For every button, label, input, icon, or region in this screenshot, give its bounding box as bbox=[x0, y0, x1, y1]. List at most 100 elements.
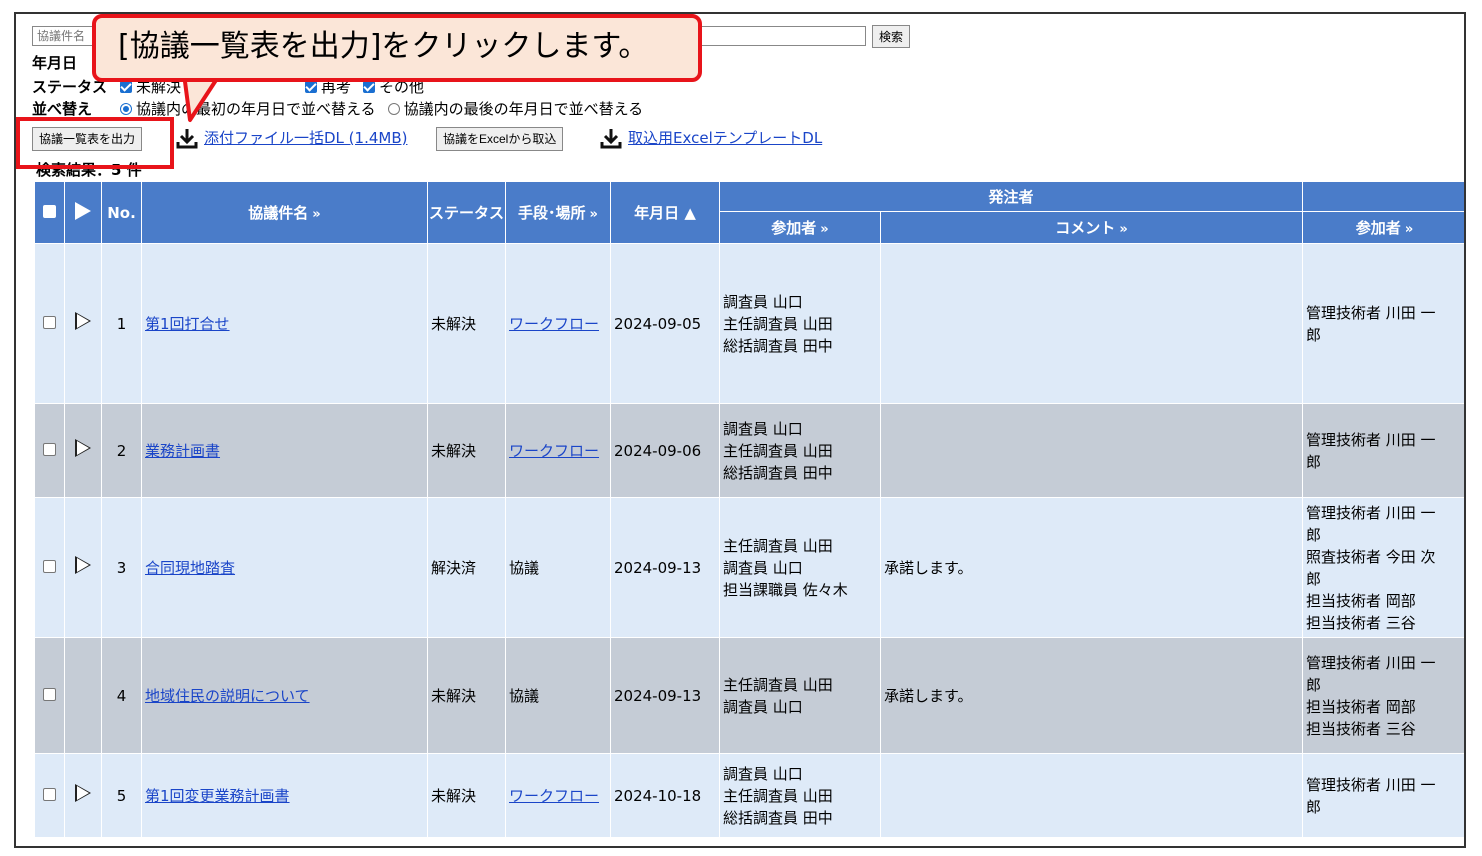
participant-name: 郎 bbox=[1306, 797, 1322, 816]
header-date[interactable]: 年月日 ▲ bbox=[610, 181, 720, 244]
status-text: 未解決 bbox=[431, 686, 477, 705]
expand-row-icon[interactable] bbox=[75, 555, 91, 574]
sort-option-label: 協議内の最後の年月日で並べ替える bbox=[403, 100, 644, 118]
participant-name: 調査員 山口 bbox=[723, 558, 803, 577]
participant-name: 管理技術者 川田 一 bbox=[1306, 775, 1436, 794]
consultation-table: No. 協議件名» ステータス 手段･場所» 年月日 ▲ 発注者 参加者» コメ… bbox=[34, 181, 1464, 838]
row-expand-cell bbox=[64, 637, 102, 754]
download-icon bbox=[600, 129, 622, 149]
select-all-checkbox[interactable] bbox=[43, 204, 56, 218]
row-expand-cell[interactable] bbox=[64, 753, 102, 838]
sort-option-label: 協議内の最初の年月日で並べ替える bbox=[136, 100, 376, 118]
template-download-link[interactable]: 取込用ExcelテンプレートDL bbox=[628, 127, 822, 149]
participants-2-cell: 管理技術者 川田 一郎 bbox=[1302, 403, 1464, 498]
row-expand-cell[interactable] bbox=[64, 243, 102, 404]
title-cell: 第1回変更業務計画書 bbox=[141, 753, 428, 838]
status-checkbox-other[interactable] bbox=[363, 80, 376, 93]
row-number: 5 bbox=[116, 786, 127, 805]
chevron-right-icon: » bbox=[589, 207, 598, 222]
status-cell: 未解決 bbox=[427, 403, 506, 498]
participant-name: 管理技術者 川田 一 bbox=[1306, 303, 1436, 322]
search-button[interactable]: 検索 bbox=[872, 25, 911, 48]
participants-cell: 調査員 山口 主任調査員 山田 総括調査員 田中 bbox=[719, 403, 881, 498]
row-select-cell bbox=[34, 403, 65, 498]
date-filter-label: 年月日 bbox=[32, 54, 78, 72]
participant-name: 郎 bbox=[1306, 325, 1322, 344]
date-cell: 2024-09-13 bbox=[610, 497, 720, 638]
header-comment[interactable]: コメント» bbox=[879, 211, 1304, 244]
method-cell: ワークフロー bbox=[505, 403, 611, 498]
status-text: 未解決 bbox=[431, 314, 477, 333]
method-link[interactable]: ワークフロー bbox=[509, 315, 599, 333]
status-text: 解決済 bbox=[431, 558, 477, 577]
method-text: 協議 bbox=[509, 558, 540, 577]
consultation-title-link[interactable]: 業務計画書 bbox=[145, 442, 220, 460]
row-checkbox[interactable] bbox=[43, 442, 56, 456]
sort-label: 並べ替え bbox=[32, 100, 93, 118]
participant-name: 照査技術者 今田 次 bbox=[1306, 547, 1436, 566]
participant-name: 主任調査員 山田 bbox=[723, 675, 833, 694]
attachments-download-link[interactable]: 添付ファイル一括DL (1.4MB) bbox=[204, 127, 407, 149]
participants-cell: 調査員 山口 主任調査員 山田 総括調査員 田中 bbox=[719, 753, 881, 838]
row-number: 3 bbox=[116, 558, 127, 577]
expand-row-icon[interactable] bbox=[75, 311, 91, 330]
date-text: 2024-09-13 bbox=[614, 558, 702, 577]
header-participants-2[interactable]: 参加者» bbox=[1302, 211, 1464, 244]
participant-name: 担当技術者 三谷 bbox=[1306, 613, 1416, 632]
title-cell: 業務計画書 bbox=[141, 403, 428, 498]
expand-all-header[interactable] bbox=[64, 181, 102, 244]
method-link[interactable]: ワークフロー bbox=[509, 442, 599, 460]
row-expand-cell[interactable] bbox=[64, 403, 102, 498]
status-text: 未解決 bbox=[431, 441, 477, 460]
date-text: 2024-10-18 bbox=[614, 786, 702, 805]
row-select-cell bbox=[34, 753, 65, 838]
status-checkbox-unresolved[interactable] bbox=[120, 80, 132, 93]
participant-name: 調査員 山口 bbox=[723, 419, 803, 438]
consultation-title-link[interactable]: 第1回打合せ bbox=[145, 315, 230, 333]
sort-radio-last-date[interactable] bbox=[387, 102, 400, 115]
participant-name: 管理技術者 川田 一 bbox=[1306, 503, 1436, 522]
method-cell: ワークフロー bbox=[505, 243, 611, 404]
date-cell: 2024-10-18 bbox=[610, 753, 720, 838]
row-expand-cell[interactable] bbox=[64, 497, 102, 638]
date-text: 2024-09-13 bbox=[614, 686, 702, 705]
header-method[interactable]: 手段･場所» bbox=[505, 181, 611, 244]
consultation-title-link[interactable]: 合同現地踏査 bbox=[145, 559, 235, 577]
header-status: ステータス bbox=[427, 181, 506, 244]
participant-name: 総括調査員 田中 bbox=[723, 336, 833, 355]
header-participants[interactable]: 参加者» bbox=[719, 211, 881, 244]
comment-cell bbox=[879, 403, 1304, 498]
date-text: 2024-09-05 bbox=[614, 314, 702, 333]
status-text: 未解決 bbox=[431, 786, 477, 805]
status-cell: 解決済 bbox=[427, 497, 506, 638]
chevron-right-icon: » bbox=[820, 222, 829, 237]
date-cell: 2024-09-06 bbox=[610, 403, 720, 498]
comment-cell bbox=[879, 753, 1304, 838]
status-checkbox-reconsider[interactable] bbox=[305, 80, 318, 93]
status-cell: 未解決 bbox=[427, 753, 506, 838]
expand-row-icon[interactable] bbox=[75, 783, 91, 802]
header-no: No. bbox=[101, 181, 142, 244]
title-cell: 第1回打合せ bbox=[141, 243, 428, 404]
participants-cell: 主任調査員 山田 調査員 山口 担当課職員 佐々木 bbox=[719, 497, 881, 638]
participant-name: 調査員 山口 bbox=[723, 697, 803, 716]
row-number-cell: 4 bbox=[101, 637, 142, 754]
sort-radio-first-date[interactable] bbox=[120, 102, 132, 115]
method-link[interactable]: ワークフロー bbox=[509, 787, 599, 805]
row-checkbox[interactable] bbox=[43, 315, 56, 329]
header-title[interactable]: 協議件名» bbox=[141, 181, 428, 244]
table-row: 3 合同現地踏査 解決済 協議 2024-09-13 主任調査員 山田 調査員 山口 担当課職… bbox=[34, 497, 1464, 638]
participant-name: 調査員 山口 bbox=[723, 292, 803, 311]
import-excel-button[interactable]: 協議をExcelから取込 bbox=[436, 127, 564, 151]
participant-name: 主任調査員 山田 bbox=[723, 786, 833, 805]
row-checkbox[interactable] bbox=[43, 787, 56, 801]
select-all-header bbox=[34, 181, 65, 244]
expand-row-icon[interactable] bbox=[75, 438, 91, 457]
consultation-title-link[interactable]: 地域住民の説明について bbox=[145, 687, 310, 705]
row-checkbox[interactable] bbox=[43, 559, 56, 573]
table-row: 5 第1回変更業務計画書 未解決 ワークフロー 2024-10-18 調査員 山口 主任調査… bbox=[34, 753, 1464, 838]
row-number: 1 bbox=[116, 314, 127, 333]
row-checkbox[interactable] bbox=[43, 687, 56, 701]
table-row: 1 第1回打合せ 未解決 ワークフロー 2024-09-05 調査員 山口 主任調査員 山田… bbox=[34, 243, 1464, 404]
consultation-title-link[interactable]: 第1回変更業務計画書 bbox=[145, 787, 290, 805]
